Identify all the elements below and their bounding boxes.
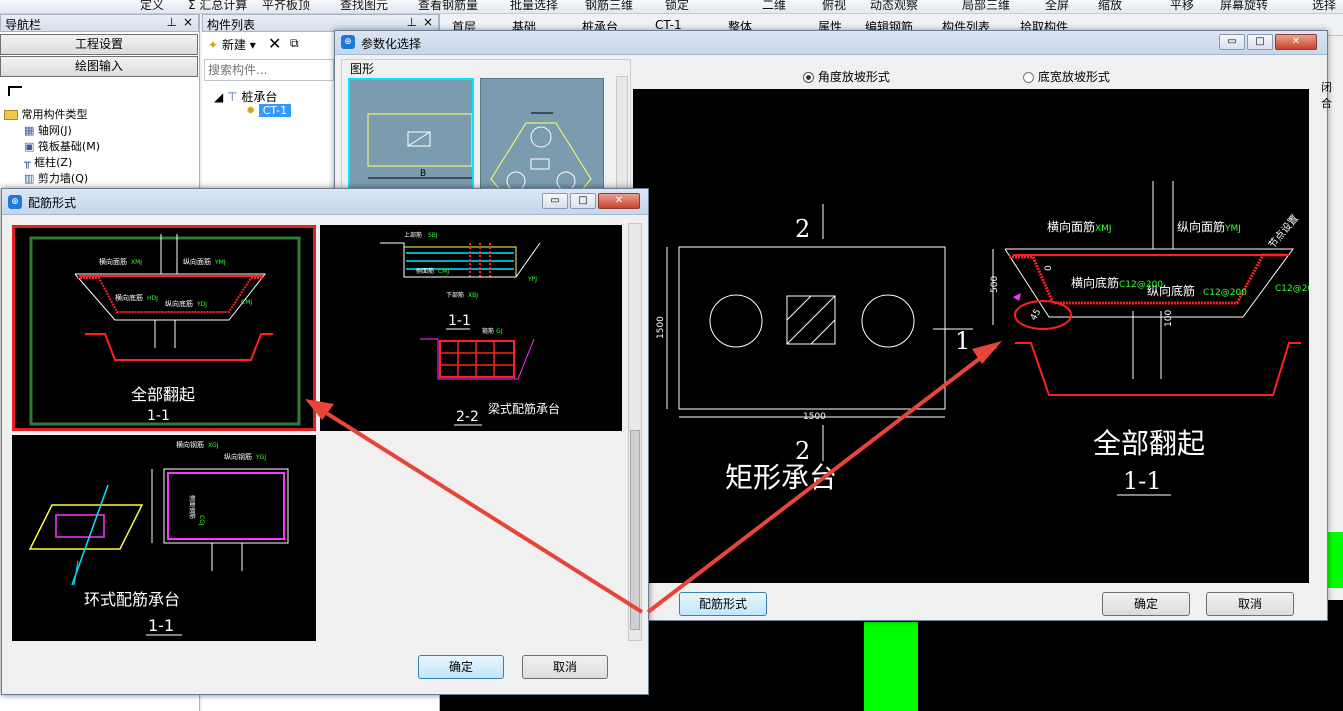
annotation-arrows — [305, 341, 1002, 614]
